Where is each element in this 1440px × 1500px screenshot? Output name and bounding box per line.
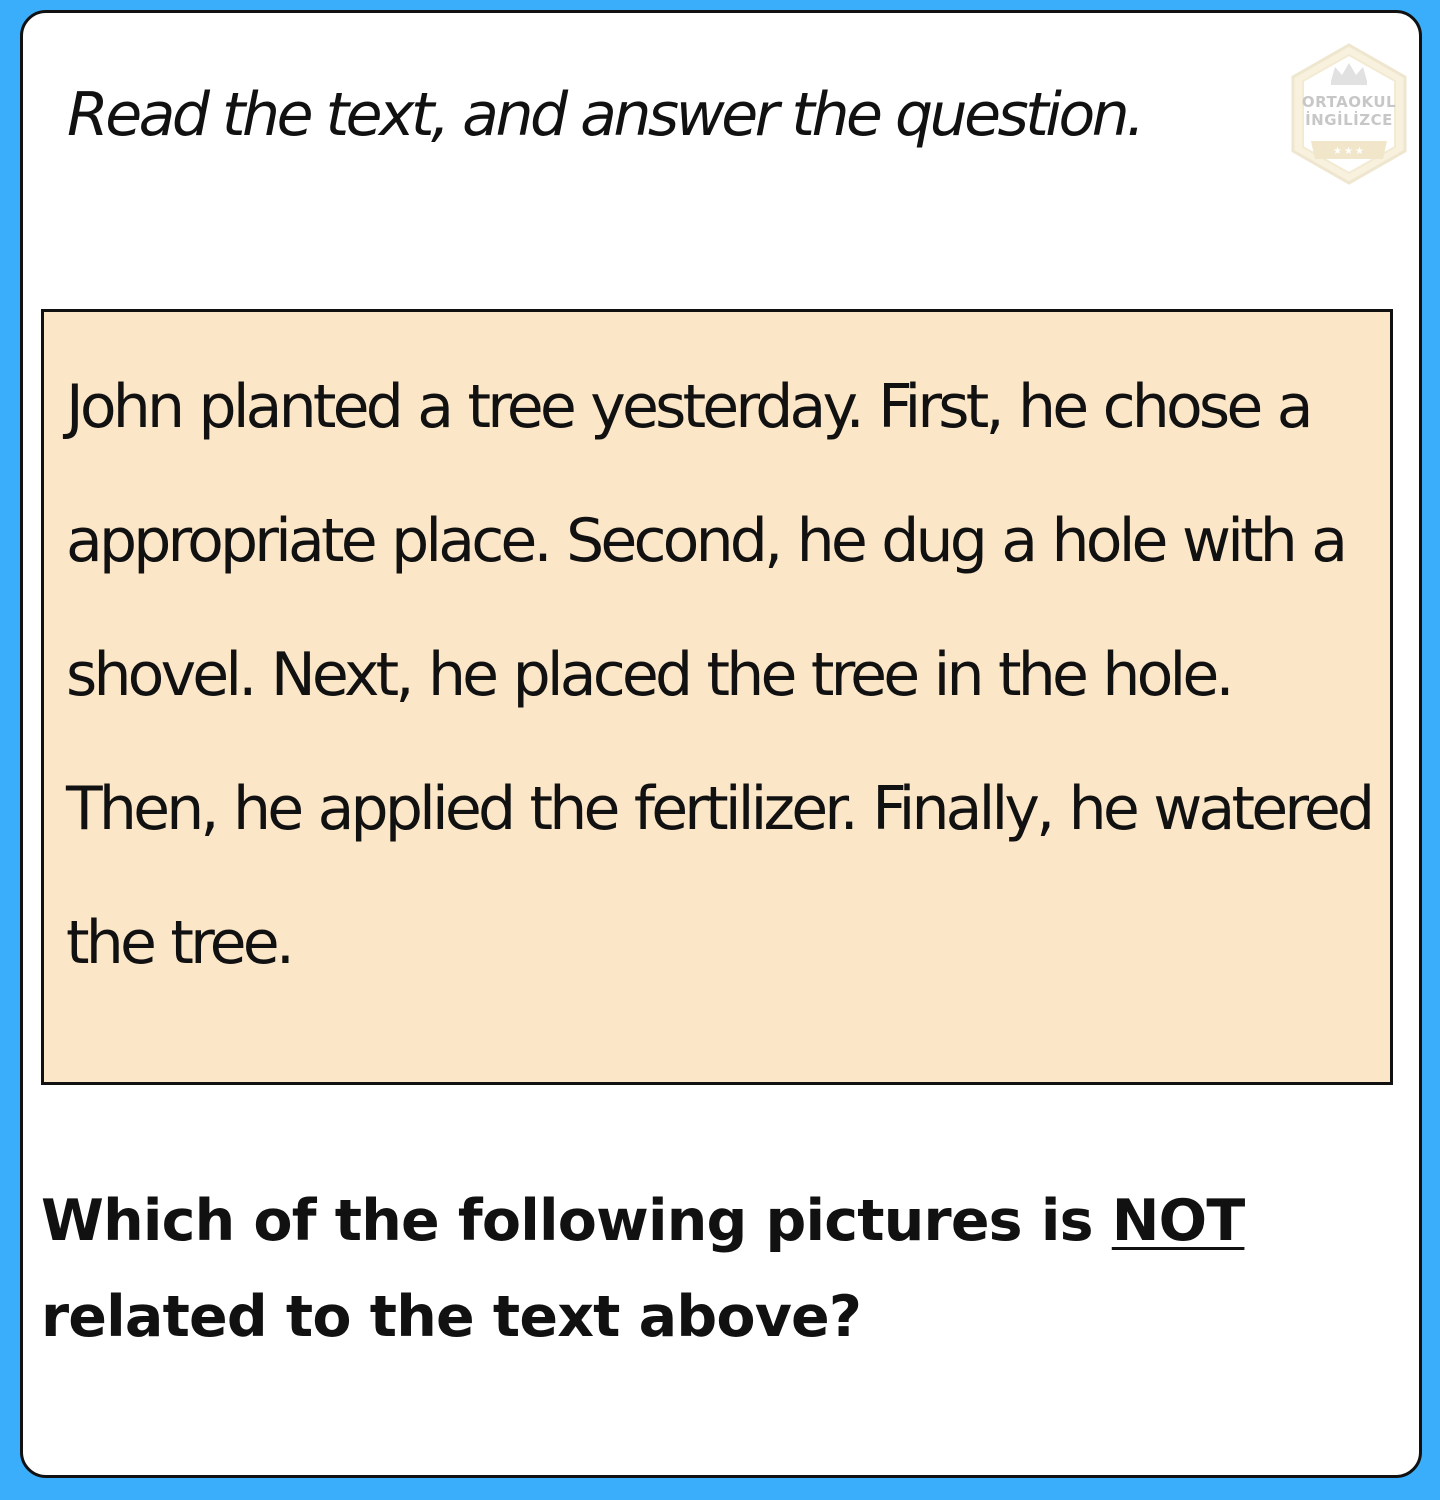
- instruction-heading: Read the text, and answer the question.: [67, 80, 1145, 150]
- question-emphasis: NOT: [1111, 1188, 1245, 1254]
- svg-text:★: ★: [1355, 146, 1364, 157]
- worksheet-card: Read the text, and answer the question. …: [20, 10, 1422, 1478]
- brand-logo: ★ ★ ★ ORTAOKUL İNGİLİZCE: [1287, 41, 1411, 187]
- logo-line-1: ORTAOKUL: [1301, 93, 1397, 111]
- question-part-1: Which of the following pictures is: [41, 1188, 1094, 1254]
- question-part-2: related to the text above?: [41, 1284, 862, 1350]
- svg-text:★: ★: [1333, 146, 1342, 157]
- question-line-1: Which of the following pictures is NOT: [41, 1173, 1391, 1269]
- question-text: Which of the following pictures is NOT r…: [41, 1173, 1391, 1365]
- reading-passage-box: John planted a tree yesterday. First, he…: [41, 309, 1393, 1085]
- reading-passage-text: John planted a tree yesterday. First, he…: [66, 372, 1375, 978]
- svg-text:★: ★: [1344, 146, 1353, 157]
- logo-line-2: İNGİLİZCE: [1305, 111, 1393, 129]
